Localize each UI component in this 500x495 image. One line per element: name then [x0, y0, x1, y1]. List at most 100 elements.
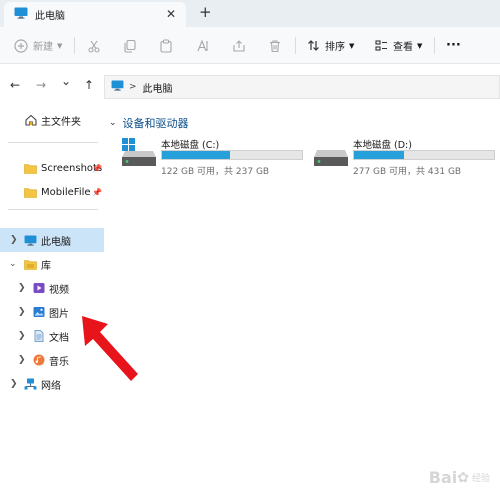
- sidebar-item-label: 此电脑: [41, 236, 71, 248]
- tab-title: 此电脑: [35, 11, 65, 22]
- command-bar: 新建 ▼ 排序 ▼ 查看 ▼ ···: [0, 27, 500, 64]
- sidebar-divider: [8, 142, 98, 143]
- sidebar-divider: [8, 209, 98, 210]
- trash-icon: [268, 39, 282, 53]
- paste-button[interactable]: [159, 27, 173, 64]
- drive-capacity-text: 122 GB 可用，共 237 GB: [161, 167, 270, 177]
- sidebar-item-mobilefile[interactable]: MobileFile 📌: [0, 180, 104, 204]
- chevron-right-icon[interactable]: ❯: [18, 307, 26, 317]
- sidebar-item-label: 文档: [49, 332, 69, 344]
- folder-icon: [24, 162, 37, 175]
- rename-icon: [195, 39, 209, 53]
- sort-button-label: 排序: [325, 42, 345, 53]
- forward-arrow-icon[interactable]: →: [36, 78, 46, 92]
- system-drive-icon: [121, 137, 157, 167]
- share-icon: [232, 39, 246, 53]
- video-icon: [32, 282, 45, 295]
- cut-button[interactable]: [87, 27, 101, 64]
- new-tab-button[interactable]: +: [199, 3, 212, 21]
- chevron-down-icon: ▼: [417, 41, 423, 50]
- sidebar-item-label: 主文件夹: [41, 116, 81, 128]
- paw-icon: ✿: [457, 469, 469, 486]
- network-icon: [24, 378, 37, 391]
- recent-locations-icon[interactable]: ⌄: [61, 74, 71, 88]
- title-bar: 此电脑 ✕ +: [0, 0, 500, 27]
- address-bar[interactable]: > 此电脑: [104, 75, 500, 99]
- new-button[interactable]: 新建 ▼: [14, 27, 62, 64]
- scissors-icon: [87, 39, 101, 53]
- breadcrumb-separator[interactable]: >: [129, 82, 137, 92]
- navigation-pane: 主文件夹 Screenshots 📌 MobileFile 📌 ❯ 此电脑 ⌄ …: [0, 108, 104, 495]
- copy-button[interactable]: [123, 27, 137, 64]
- back-arrow-icon[interactable]: ←: [10, 78, 20, 92]
- monitor-icon: [14, 7, 28, 22]
- sidebar-item-this-pc[interactable]: ❯ 此电脑: [0, 228, 104, 252]
- monitor-icon: [24, 234, 37, 247]
- drive-name: 本地磁盘 (D:): [353, 140, 412, 151]
- up-arrow-icon[interactable]: ↑: [84, 78, 94, 92]
- new-button-label: 新建: [33, 42, 53, 53]
- view-layout-icon: [375, 39, 388, 52]
- drive-c[interactable]: 本地磁盘 (C:) 122 GB 可用，共 237 GB: [121, 137, 311, 177]
- sidebar-item-home[interactable]: 主文件夹: [0, 108, 104, 132]
- delete-button[interactable]: [268, 27, 282, 64]
- music-icon: [32, 354, 45, 367]
- home-icon: [24, 114, 37, 127]
- watermark-sub: 经验: [471, 474, 490, 484]
- chevron-right-icon[interactable]: ❯: [10, 235, 18, 245]
- chevron-right-icon[interactable]: ❯: [18, 331, 26, 341]
- breadcrumb-this-pc[interactable]: 此电脑: [143, 80, 173, 95]
- group-title: 设备和驱动器: [122, 117, 189, 130]
- sidebar-item-label: 音乐: [49, 356, 69, 368]
- picture-icon: [32, 306, 45, 319]
- drive-capacity-text: 277 GB 可用，共 431 GB: [353, 167, 462, 177]
- toolbar-divider: [74, 37, 75, 54]
- plus-circle-icon: [14, 38, 28, 53]
- copy-icon: [123, 39, 137, 53]
- chevron-down-icon[interactable]: ⌄: [9, 259, 17, 269]
- group-header-devices[interactable]: ⌄ 设备和驱动器: [109, 115, 189, 131]
- sort-button[interactable]: 排序 ▼: [307, 27, 354, 64]
- view-button[interactable]: 查看 ▼: [375, 27, 422, 64]
- rename-button[interactable]: [195, 27, 209, 64]
- sidebar-item-label: 库: [41, 260, 51, 272]
- sort-arrows-icon: [307, 39, 320, 52]
- drive-usage-fill: [354, 151, 404, 159]
- clipboard-icon: [159, 38, 173, 53]
- annotation-arrow: [82, 316, 138, 381]
- close-tab-icon[interactable]: ✕: [166, 7, 176, 21]
- drive-usage-bar: [161, 150, 303, 160]
- toolbar-divider: [295, 37, 296, 54]
- chevron-down-icon: ▼: [349, 41, 355, 50]
- monitor-icon: [111, 80, 124, 94]
- watermark: Bai ✿ 经验: [429, 468, 490, 487]
- chevron-right-icon[interactable]: ❯: [18, 283, 26, 293]
- drive-usage-fill: [162, 151, 230, 159]
- drive-usage-bar: [353, 150, 495, 160]
- pin-icon: 📌: [92, 163, 102, 173]
- drive-name: 本地磁盘 (C:): [161, 140, 220, 151]
- tab-this-pc[interactable]: 此电脑 ✕: [4, 2, 186, 27]
- hard-drive-icon: [313, 137, 349, 167]
- sidebar-item-library[interactable]: ⌄ 库: [0, 252, 104, 276]
- more-options-button[interactable]: ···: [446, 27, 461, 64]
- sidebar-item-label: 视频: [49, 284, 69, 296]
- chevron-right-icon[interactable]: ❯: [10, 379, 18, 389]
- library-folder-icon: [24, 258, 37, 271]
- sidebar-item-label: 图片: [49, 308, 69, 320]
- chevron-right-icon[interactable]: ❯: [18, 355, 26, 365]
- drive-d[interactable]: 本地磁盘 (D:) 277 GB 可用，共 431 GB: [313, 137, 500, 177]
- sidebar-item-screenshots[interactable]: Screenshots 📌: [0, 156, 104, 180]
- toolbar-divider: [434, 37, 435, 54]
- watermark-logo: Bai: [428, 468, 458, 487]
- view-button-label: 查看: [393, 42, 413, 53]
- chevron-down-icon: ▼: [57, 41, 63, 50]
- folder-icon: [24, 186, 37, 199]
- pin-icon: 📌: [92, 187, 102, 197]
- sidebar-item-videos[interactable]: ❯ 视频: [0, 276, 104, 300]
- chevron-down-icon[interactable]: ⌄: [109, 118, 117, 128]
- share-button[interactable]: [232, 27, 246, 64]
- sidebar-item-label: 网络: [41, 380, 61, 392]
- sidebar-item-label: MobileFile: [41, 186, 91, 198]
- document-icon: [32, 330, 45, 343]
